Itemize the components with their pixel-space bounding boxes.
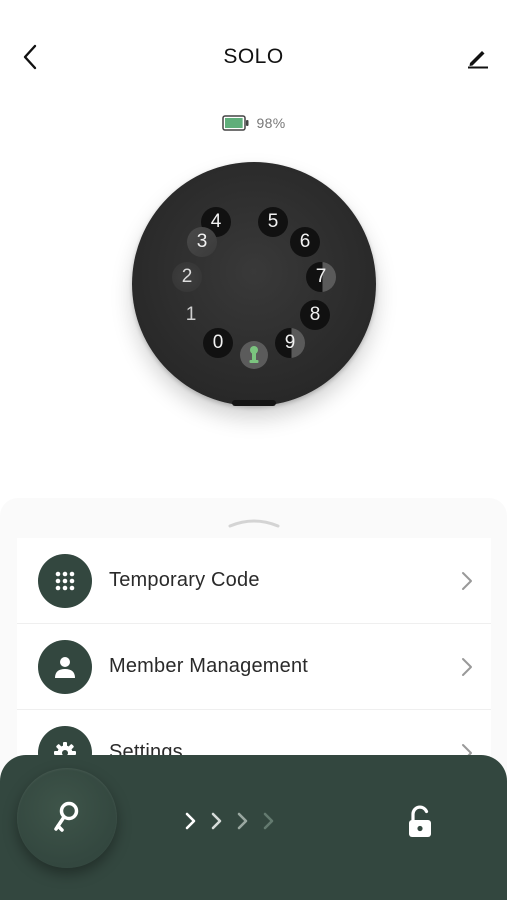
unlock-button[interactable] — [405, 805, 435, 844]
chevron-right-icon — [237, 812, 248, 830]
key-icon — [54, 801, 79, 832]
unlock-slider-knob[interactable] — [17, 768, 117, 868]
key-9: 9 — [275, 328, 305, 358]
battery-icon — [221, 115, 249, 131]
header: SOLO — [0, 0, 507, 115]
chevron-up-icon — [228, 519, 280, 528]
menu-item-member-management[interactable]: Member Management — [17, 624, 491, 710]
edit-button[interactable] — [463, 42, 493, 72]
key-5: 5 — [258, 207, 288, 237]
menu-icon-wrap — [38, 553, 92, 608]
chevron-right-icon — [211, 812, 222, 830]
chevron-right-icon — [462, 658, 472, 676]
key-1: 1 — [185, 304, 197, 325]
key-8: 8 — [300, 300, 330, 330]
pencil-icon — [468, 51, 488, 69]
keyhole-icon — [249, 346, 259, 363]
person-icon — [55, 656, 75, 678]
key-7: 7 — [306, 262, 336, 292]
menu-icon-wrap — [38, 639, 92, 694]
unlocked-padlock-icon — [409, 805, 431, 837]
key-6: 6 — [290, 227, 320, 257]
lock-notch — [232, 400, 276, 406]
key-2: 2 — [172, 262, 202, 292]
lock-face — [132, 162, 376, 406]
page-title: SOLO — [223, 45, 284, 68]
battery-percent: 98% — [256, 115, 286, 131]
chevron-right-icon — [185, 812, 196, 830]
chevron-right-icon — [263, 812, 274, 830]
keypad-grid-icon — [55, 571, 75, 590]
menu-item-label: Temporary Code — [109, 569, 260, 591]
slide-arrows — [185, 810, 275, 834]
lock-device: 4 5 3 6 2 7 1 8 0 9 — [132, 162, 376, 406]
menu-item-temporary-code[interactable]: Temporary Code — [17, 538, 491, 624]
chevron-right-icon — [462, 572, 472, 590]
keyhole-button — [240, 341, 268, 369]
sheet-drag-handle[interactable] — [228, 515, 280, 528]
menu-item-label: Member Management — [109, 655, 309, 677]
battery-status: 98% — [0, 115, 507, 131]
key-0: 0 — [203, 328, 233, 358]
key-3: 3 — [187, 227, 217, 257]
